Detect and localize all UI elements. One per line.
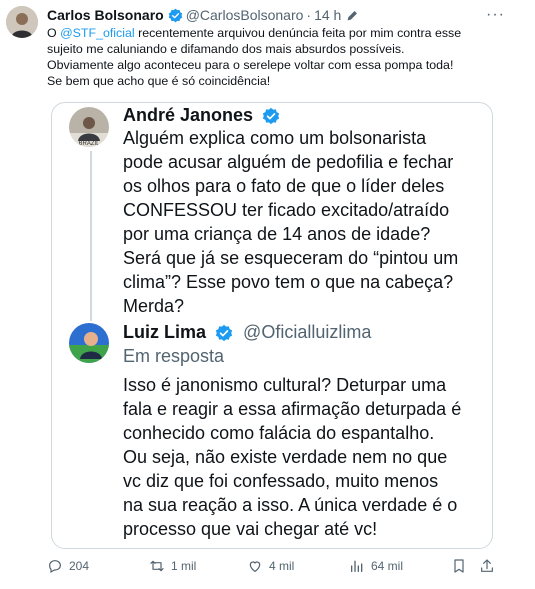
heart-icon <box>249 561 261 573</box>
embedded-tweet-image[interactable]: BRAZIL André Janones Alguém explica como… <box>51 102 493 549</box>
reply-text-line: vc diz que foi confessado, muito menos <box>123 471 439 491</box>
reply-text-line: conhecido como falácia do espantalho. <box>123 423 435 443</box>
quote-text: Alguém explica como um bolsonarista pode… <box>123 126 488 318</box>
tweet-text-line-4: Se bem que acho que é só coincidência! <box>47 74 271 88</box>
quote-verified-badge-icon <box>262 108 280 125</box>
reply-text-line: fala e reagir a essa afirmação deturpada… <box>123 399 462 419</box>
reply-author-name: Luiz Lima @Oficialluizlima <box>123 322 372 342</box>
tweet-text-line-3: Obviamente algo aconteceu para o serelep… <box>47 58 454 72</box>
bookmark-icon <box>454 559 464 573</box>
quote-text-line: Será que já se esqueceram do “pintou um <box>123 248 459 268</box>
like-count: 4 mil <box>269 559 295 573</box>
author-handle[interactable]: @CarlosBolsonaro <box>186 7 304 23</box>
tweet-text: O @STF_oficial recentemente arquivou den… <box>47 25 517 89</box>
quote-text-line: Alguém explica como um bolsonarista <box>123 128 427 148</box>
bookmark-button[interactable] <box>451 558 467 574</box>
quote-text-line: Merda? <box>123 296 185 316</box>
reply-author-avatar <box>69 323 109 363</box>
separator-dot: · <box>306 7 312 23</box>
views-count: 64 mil <box>371 559 404 573</box>
quote-text-line: CONFESSOU ter ficado excitado/atraído <box>123 200 450 220</box>
reply-text-line: Isso é janonismo cultural? Deturpar uma <box>123 375 447 395</box>
retweet-icon <box>150 560 164 572</box>
reply-icon <box>49 560 61 574</box>
quote-text-line: por uma criança de 14 anos de idade? <box>123 224 431 244</box>
author-name[interactable]: Carlos Bolsonaro <box>47 7 164 23</box>
tweet-text-line-1: O @STF_oficial recentemente arquivou den… <box>47 26 462 40</box>
share-icon <box>481 559 493 572</box>
quote-text-line: clima”? Esse povo tem o que na cabeça? <box>123 272 454 292</box>
retweet-button[interactable]: 1 mil <box>149 558 196 574</box>
reply-author-handle: @Oficialluizlima <box>243 322 372 342</box>
thread-connector-line <box>90 151 92 321</box>
mention-link[interactable]: @STF_oficial <box>60 26 135 40</box>
quote-author-name: André Janones <box>123 105 283 126</box>
author-avatar[interactable] <box>6 6 38 38</box>
reply-text: Isso é janonismo cultural? Deturpar uma … <box>123 373 488 541</box>
reply-button[interactable]: 204 <box>47 558 89 574</box>
quote-author-avatar: BRAZIL <box>69 107 109 147</box>
edited-pencil-icon[interactable] <box>346 9 359 22</box>
views-button[interactable]: 64 mil <box>349 558 403 574</box>
verified-badge-icon <box>168 8 182 22</box>
reply-text-line: na sua reação a isso. A única verdade é … <box>123 495 458 515</box>
reply-label: Em resposta <box>123 346 225 366</box>
quote-text-line: os olhos para o fato de que o líder dele… <box>123 176 445 196</box>
quote-text-line: pode acusar alguém de pedofilia e fechar <box>123 152 454 172</box>
svg-text:BRAZIL: BRAZIL <box>78 141 100 147</box>
share-button[interactable] <box>479 558 495 574</box>
tweet-header: Carlos Bolsonaro @CarlosBolsonaro · 14 h <box>47 6 359 24</box>
timestamp[interactable]: 14 h <box>314 7 341 23</box>
reply-count: 204 <box>69 559 90 573</box>
reply-verified-badge-icon <box>215 325 233 342</box>
like-button[interactable]: 4 mil <box>247 558 294 574</box>
tweet[interactable]: Carlos Bolsonaro @CarlosBolsonaro · 14 h… <box>0 0 535 589</box>
views-icon <box>351 560 363 572</box>
tweet-text-line-2: sujeito me caluniando e difamando dos ma… <box>47 42 405 56</box>
more-options-icon[interactable]: ··· <box>486 6 505 24</box>
reply-text-line: Ou seja, não existe verdade nem no que <box>123 447 448 467</box>
reply-text-line: processo que vai chegar até vc! <box>123 519 378 539</box>
retweet-count: 1 mil <box>171 559 197 573</box>
action-bar: 204 1 mil 4 mil 64 mil <box>47 558 507 578</box>
